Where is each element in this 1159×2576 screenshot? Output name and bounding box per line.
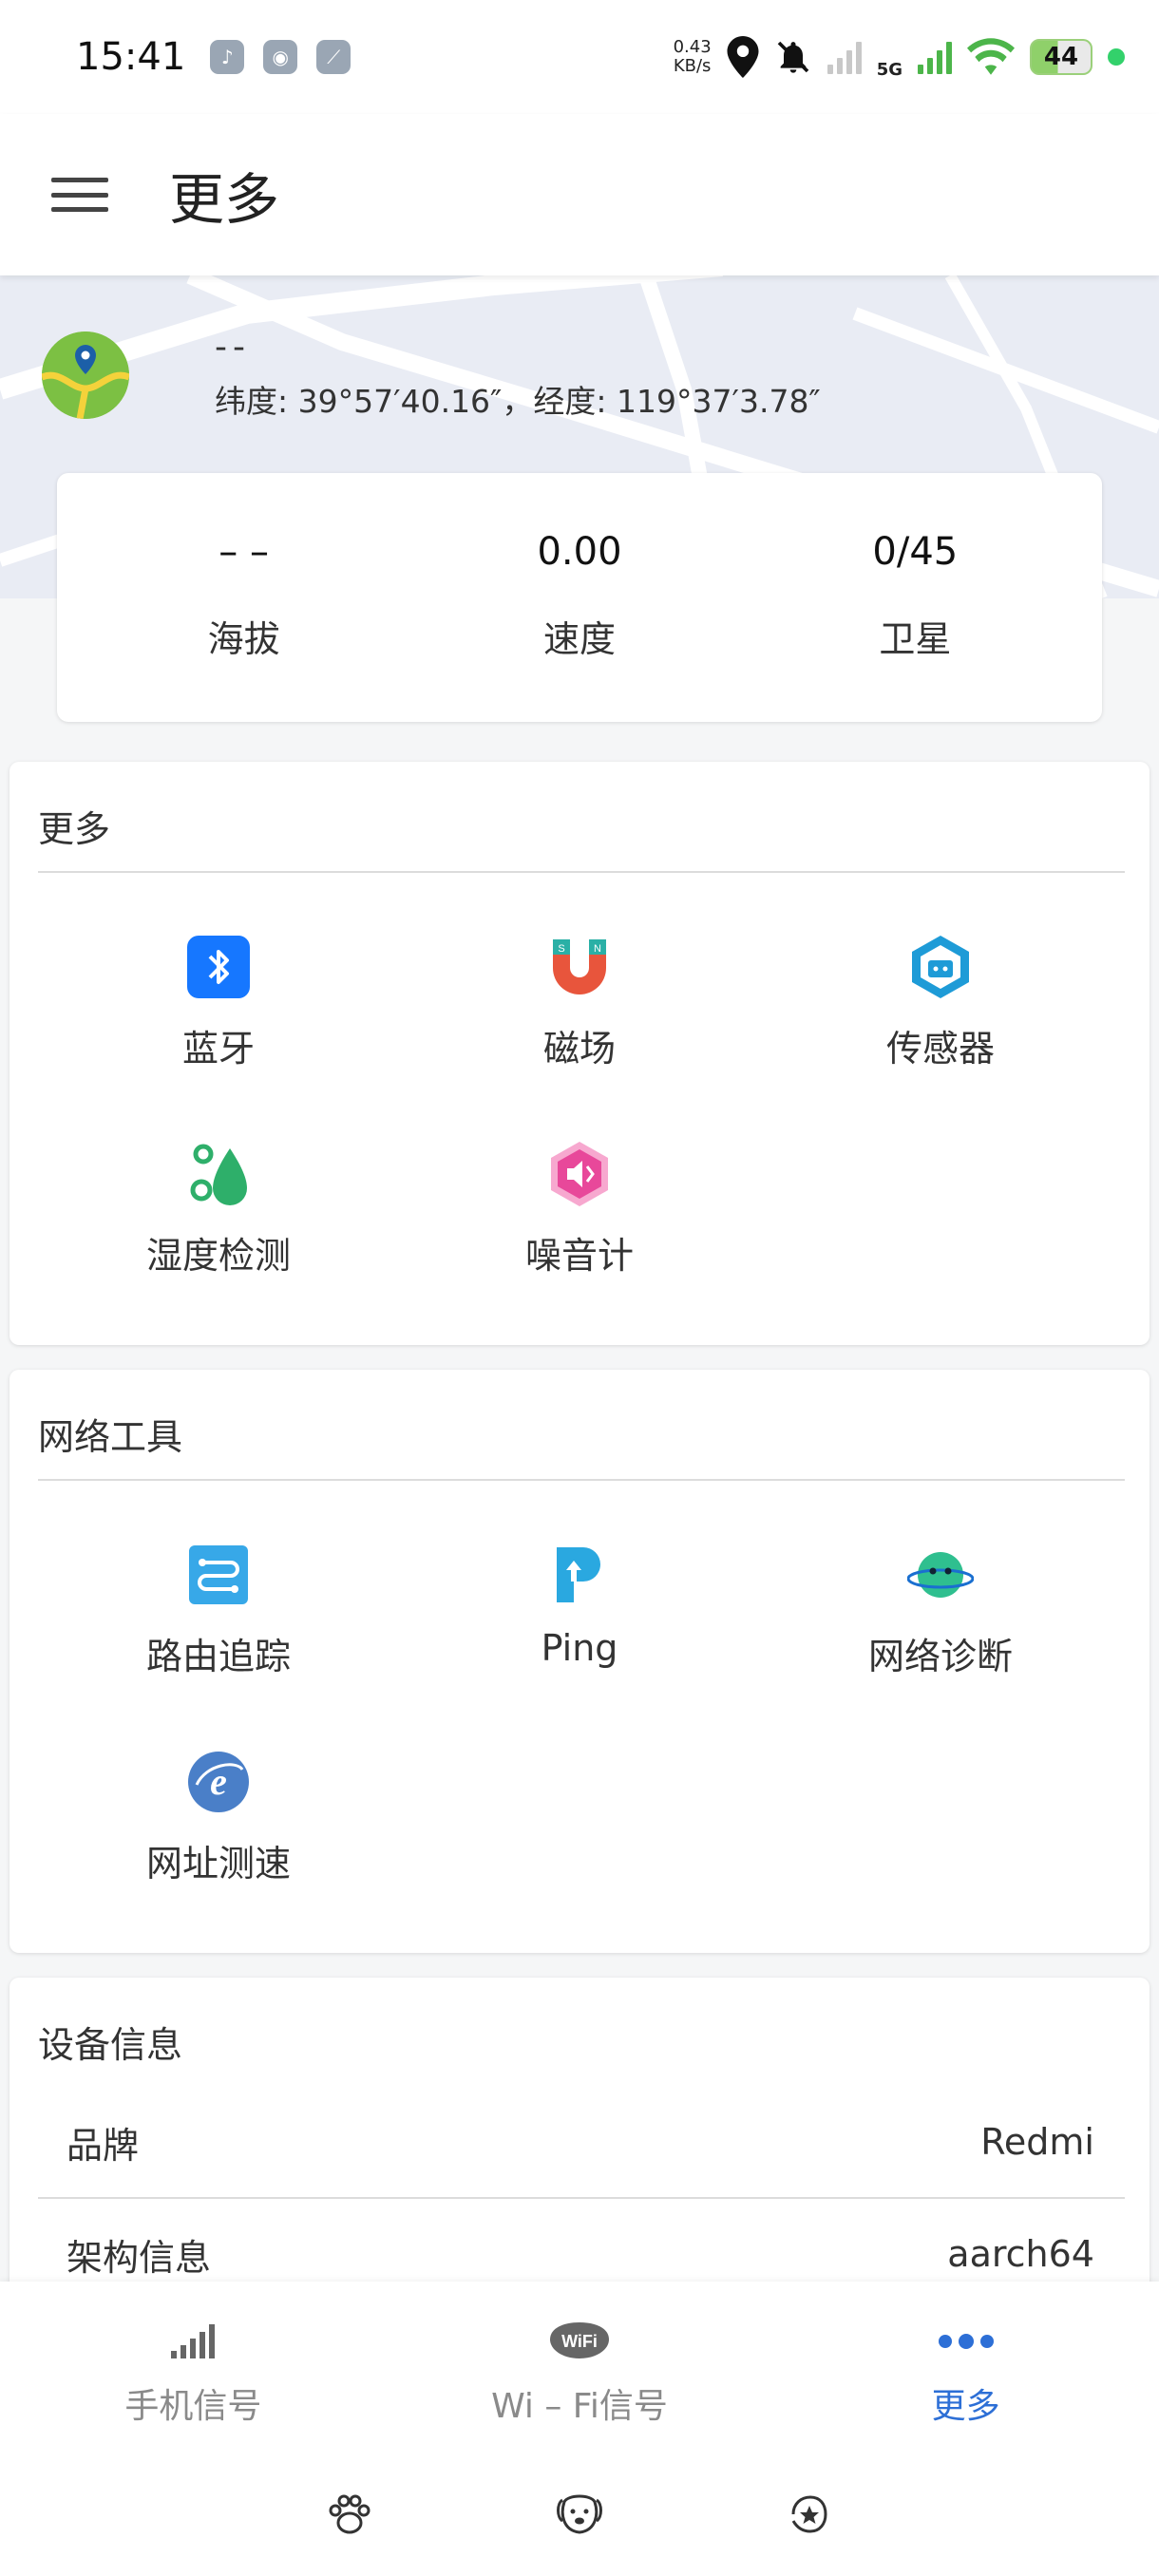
privacy-indicator-icon xyxy=(1108,48,1125,66)
sensor-icon xyxy=(907,934,974,1000)
tool-sensor[interactable]: 传感器 xyxy=(760,873,1121,1080)
svg-text:WiFi: WiFi xyxy=(561,2332,598,2351)
bottom-navigation: 手机信号 WiFi Wi – Fi信号 更多 xyxy=(0,2282,1159,2453)
tool-network-diagnosis[interactable]: 网络诊断 xyxy=(760,1481,1121,1688)
dog-face-icon[interactable] xyxy=(555,2490,604,2539)
magnet-icon: SN xyxy=(546,934,613,1000)
app-notification-icon: ⟋ xyxy=(316,40,352,74)
location-coordinates: 纬度: 39°57′40.16″，经度: 119°37′3.78″ xyxy=(215,383,821,420)
stat-satellites: 0/45 卫星 xyxy=(748,530,1083,722)
info-value: Redmi xyxy=(980,2121,1094,2163)
tool-label: 网络诊断 xyxy=(867,1636,1013,1677)
battery-icon: 44 xyxy=(1030,39,1092,75)
nav-label: Wi – Fi信号 xyxy=(491,2387,668,2426)
svg-text:N: N xyxy=(594,943,601,955)
url-speed-icon: e xyxy=(185,1749,252,1815)
satellites-label: 卫星 xyxy=(879,618,952,660)
nav-label: 更多 xyxy=(931,2387,1000,2426)
tool-label: 路由追踪 xyxy=(145,1636,291,1677)
net-speed-unit: KB/s xyxy=(673,56,712,76)
speed-label: 速度 xyxy=(542,618,616,660)
network-speed: 0.43 KB/s xyxy=(674,38,712,76)
star-badge-icon[interactable] xyxy=(785,2490,834,2539)
battery-level: 44 xyxy=(1043,43,1079,71)
status-bar: 15:41 ♪ ◉ ⟋ 0.43 KB/s 5G 44 xyxy=(0,0,1159,114)
location-info: -- 纬度: 39°57′40.16″，经度: 119°37′3.78″ xyxy=(42,328,821,422)
speed-value: 0.00 xyxy=(537,530,622,574)
nav-more[interactable]: 更多 xyxy=(772,2282,1159,2453)
mute-bell-icon xyxy=(777,41,808,73)
nav-wifi-signal[interactable]: WiFi Wi – Fi信号 xyxy=(387,2282,773,2453)
network-tools-section: 网络工具 路由追踪 Ping 网络诊断 e 网址测速 xyxy=(10,1370,1150,1953)
tool-bluetooth[interactable]: 蓝牙 xyxy=(38,873,399,1080)
info-value: aarch64 xyxy=(947,2233,1094,2275)
app-bar: 更多 xyxy=(0,114,1159,275)
ping-icon xyxy=(546,1542,613,1608)
satellites-value: 0/45 xyxy=(872,530,959,574)
location-name: -- xyxy=(215,328,251,367)
system-navigation-bar xyxy=(0,2453,1159,2576)
net-speed-value: 0.43 xyxy=(673,37,712,57)
tool-noise-meter[interactable]: 噪音计 xyxy=(399,1080,760,1287)
tool-ping[interactable]: Ping xyxy=(399,1481,760,1688)
gps-stats-card: – – 海拔 0.00 速度 0/45 卫星 xyxy=(57,473,1102,722)
tool-label: Ping xyxy=(541,1627,618,1669)
paw-icon[interactable] xyxy=(325,2490,374,2539)
network-diagnosis-icon xyxy=(907,1542,974,1608)
info-row-brand: 品牌 Redmi xyxy=(10,2087,1150,2197)
page-title: 更多 xyxy=(169,167,280,232)
noise-meter-icon xyxy=(546,1141,613,1207)
altitude-label: 海拔 xyxy=(207,618,280,660)
bluetooth-icon xyxy=(185,934,252,1000)
sim2-signal-icon xyxy=(918,40,952,74)
wifi-status-icon xyxy=(967,38,1015,75)
tool-humidity[interactable]: 湿度检测 xyxy=(38,1080,399,1287)
status-time: 15:41 xyxy=(76,35,186,79)
device-info-section: 设备信息 品牌 Redmi 架构信息 aarch64 xyxy=(10,1978,1150,2320)
tool-magnetic-field[interactable]: SN 磁场 xyxy=(399,873,760,1080)
section-title-device: 设备信息 xyxy=(38,2024,183,2066)
tool-label: 噪音计 xyxy=(524,1235,634,1277)
signal-bars-icon xyxy=(169,2318,217,2365)
map-location-icon xyxy=(42,331,129,419)
section-title-network: 网络工具 xyxy=(38,1416,183,1458)
location-icon xyxy=(727,36,759,78)
info-key: 架构信息 xyxy=(66,2236,212,2279)
chat-notification-icon: ◉ xyxy=(263,40,298,74)
tiktok-notification-icon: ♪ xyxy=(210,40,245,74)
nav-label: 手机信号 xyxy=(124,2387,262,2426)
hamburger-menu-icon[interactable] xyxy=(51,174,108,216)
tool-url-speed-test[interactable]: e 网址测速 xyxy=(38,1688,399,1895)
notification-icons: ♪ ◉ ⟋ xyxy=(210,40,352,74)
tool-label: 传感器 xyxy=(885,1028,995,1070)
tool-label: 网址测速 xyxy=(145,1843,291,1885)
stat-speed: 0.00 速度 xyxy=(411,530,747,722)
more-dots-icon xyxy=(938,2318,995,2365)
humidity-icon xyxy=(185,1141,252,1207)
route-trace-icon xyxy=(185,1542,252,1608)
altitude-value: – – xyxy=(218,530,270,574)
sim1-signal-icon xyxy=(826,40,862,74)
stat-altitude: – – 海拔 xyxy=(76,530,411,722)
network-type: 5G xyxy=(876,59,902,80)
tool-label: 磁场 xyxy=(542,1028,616,1070)
tool-label: 湿度检测 xyxy=(145,1235,291,1277)
tool-route-trace[interactable]: 路由追踪 xyxy=(38,1481,399,1688)
tool-label: 蓝牙 xyxy=(181,1028,255,1070)
info-key: 品牌 xyxy=(66,2124,140,2167)
svg-text:S: S xyxy=(558,943,564,955)
nav-phone-signal[interactable]: 手机信号 xyxy=(0,2282,387,2453)
section-title-more: 更多 xyxy=(38,808,111,850)
more-section: 更多 蓝牙 SN 磁场 传感器 湿度检测 噪音计 xyxy=(10,762,1150,1345)
wifi-icon: WiFi xyxy=(548,2318,611,2365)
